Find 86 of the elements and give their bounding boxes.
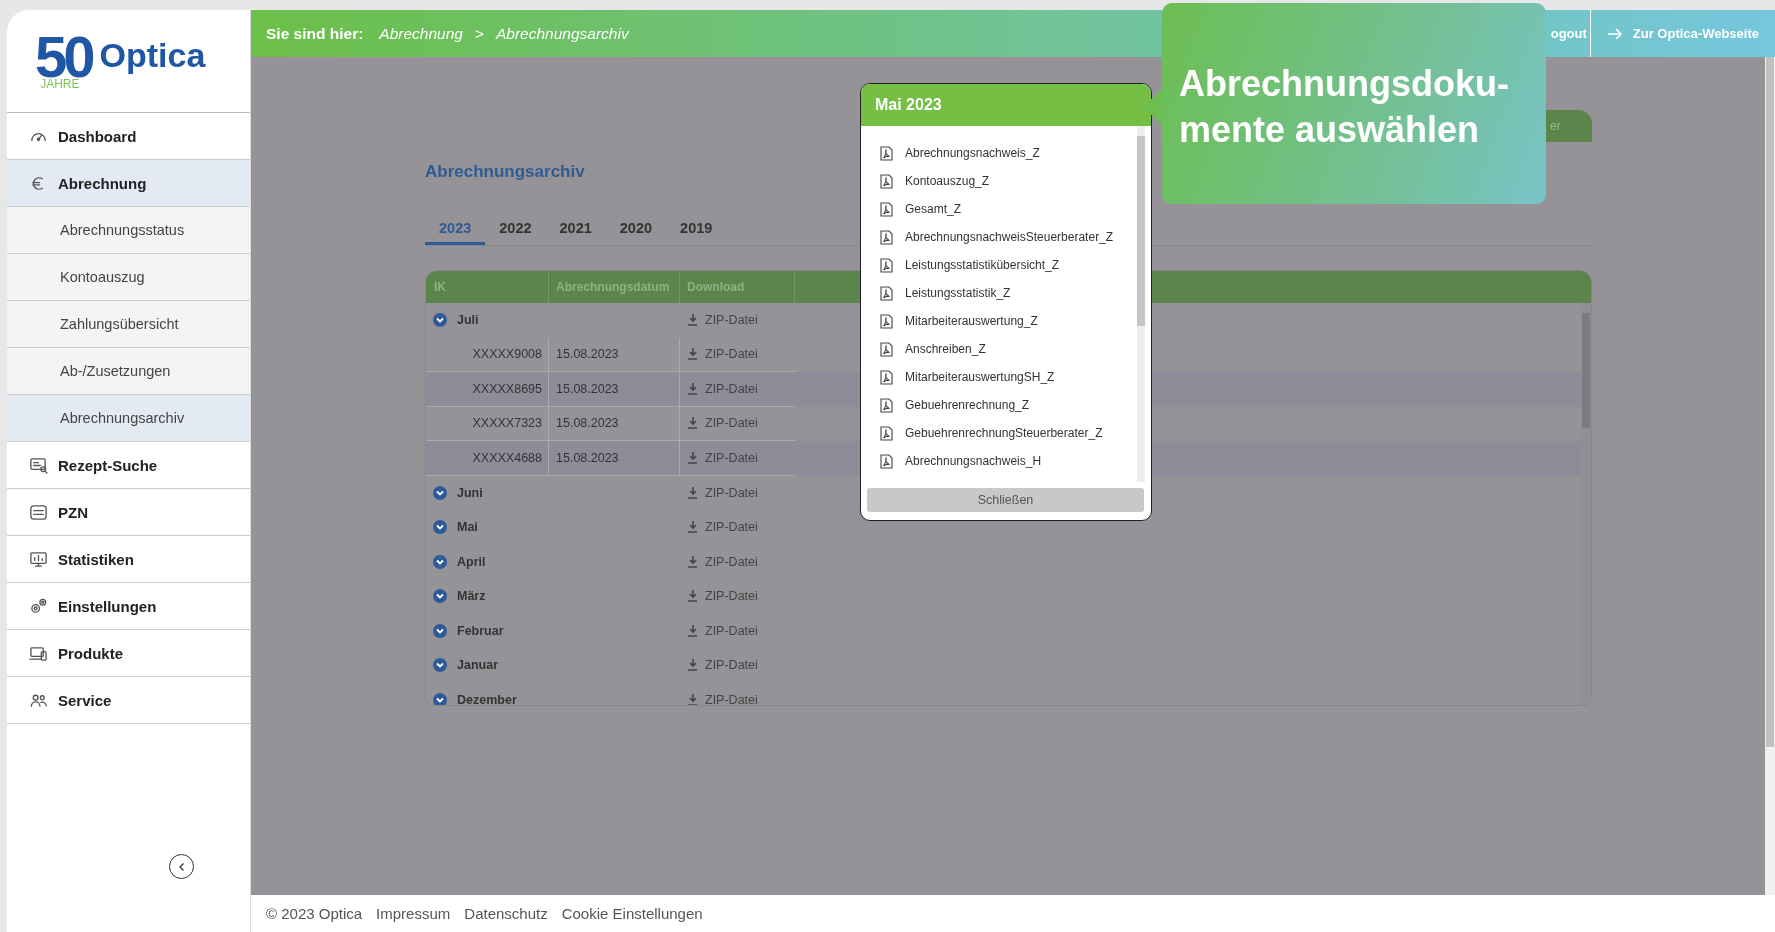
column-header: IK <box>434 280 446 294</box>
submenu-item[interactable]: Kontoauszug <box>7 254 250 301</box>
dialog-title: Mai 2023 <box>875 96 942 114</box>
pdf-file-icon <box>880 397 893 413</box>
month-label: März <box>457 589 486 604</box>
submenu-item[interactable]: Ab-/Zusetzungen <box>7 348 250 395</box>
ik-cell: XXXXX8695 <box>472 381 542 396</box>
ik-cell: XXXXX9008 <box>472 347 542 362</box>
document-item[interactable]: AbrechnungsnachweisSteuerberater_Z <box>880 223 1137 251</box>
arrow-right-icon <box>1606 27 1623 40</box>
close-button[interactable]: Schließen <box>867 488 1144 512</box>
pdf-file-icon <box>880 425 893 441</box>
month-label: Februar <box>457 623 504 638</box>
date-cell: 15.08.2023 <box>556 381 619 396</box>
chevron-down-icon[interactable] <box>433 589 447 604</box>
submenu-item[interactable]: Zahlungsübersicht <box>7 301 250 348</box>
month-label: April <box>457 554 486 569</box>
document-item[interactable]: Gesamt_Z <box>880 195 1137 223</box>
pdf-file-icon <box>880 229 893 245</box>
gears-icon <box>29 596 48 616</box>
ik-cell: XXXXX4688 <box>472 450 542 465</box>
document-item[interactable]: Mitarbeiterauswertung_Z <box>880 307 1137 335</box>
chevron-down-icon[interactable] <box>433 554 447 569</box>
chart-board-icon <box>29 549 48 569</box>
menu-item[interactable]: Service <box>7 677 250 724</box>
ik-cell: XXXXX7323 <box>472 416 542 431</box>
pdf-file-icon <box>880 453 893 469</box>
menu-item[interactable]: PZN <box>7 489 250 536</box>
copyright-text: © 2023 Optica <box>266 905 363 922</box>
breadcrumb-separator: > <box>474 24 484 43</box>
month-label: Dezember <box>457 692 517 705</box>
date-cell: 15.08.2023 <box>556 450 619 465</box>
chevron-down-icon[interactable] <box>433 313 447 328</box>
column-header: Abrechnungsdatum <box>556 280 670 294</box>
pdf-file-icon <box>880 313 893 329</box>
document-item[interactable]: Leistungsstatistikübersicht_Z <box>880 251 1137 279</box>
document-item[interactable]: MitarbeiterauswertungSH_Z <box>880 363 1137 391</box>
footer-link[interactable]: Cookie Einstellungen <box>561 905 703 922</box>
document-item[interactable]: GebuehrenrechnungSteuerberater_Z <box>880 419 1137 447</box>
chevron-down-icon[interactable] <box>433 692 447 705</box>
document-search-icon <box>29 455 48 475</box>
menu-item[interactable]: Statistiken <box>7 536 250 583</box>
pdf-file-icon <box>880 369 893 385</box>
month-label: Mai <box>457 520 478 535</box>
chevron-down-icon[interactable] <box>433 520 447 535</box>
dialog-scrollbar[interactable] <box>1137 126 1145 482</box>
document-item[interactable]: Anschreiben_Z <box>880 335 1137 363</box>
submenu-item[interactable]: Abrechnungsstatus <box>7 207 250 254</box>
month-label: Januar <box>457 658 498 673</box>
column-header: Download <box>687 280 745 294</box>
year-tab[interactable]: 2020 <box>605 214 667 245</box>
pdf-file-icon <box>880 173 893 189</box>
month-label: Juli <box>457 313 479 328</box>
pdf-file-icon <box>880 341 893 357</box>
pdf-file-icon <box>880 201 893 217</box>
chevron-down-icon[interactable] <box>433 623 447 638</box>
pdf-file-icon <box>880 145 893 161</box>
document-item[interactable]: Leistungsstatistik_Z <box>880 279 1137 307</box>
year-tab[interactable]: 2022 <box>485 214 546 245</box>
pdf-file-icon <box>880 285 893 301</box>
page-title: Abrechnungsarchiv <box>425 162 585 182</box>
footer-link[interactable]: Impressum <box>376 905 451 922</box>
document-item[interactable]: Abrechnungsnachweis_H <box>880 447 1137 475</box>
menu-item[interactable]: Produkte <box>7 630 250 677</box>
tooltip-text: Abrechnungsdoku-mente auswählen <box>1179 62 1510 152</box>
document-item[interactable]: Kontoauszug_Z <box>880 167 1137 195</box>
year-tab[interactable]: 2021 <box>545 214 606 245</box>
menu-item[interactable]: Einstellungen <box>7 583 250 630</box>
breadcrumb-label: Sie sind hier: <box>266 24 364 43</box>
collapse-button[interactable] <box>169 854 194 879</box>
page-scrollbar[interactable] <box>1765 57 1775 895</box>
year-tab[interactable]: 2019 <box>666 214 727 245</box>
menu-item[interactable]: Abrechnung <box>7 160 250 207</box>
menu-item[interactable]: Rezept-Suche <box>7 442 250 489</box>
chevron-down-icon[interactable] <box>433 485 447 500</box>
chevron-down-icon[interactable] <box>433 658 447 673</box>
document-item[interactable]: Abrechnungsnachweis_Z <box>880 139 1137 167</box>
date-cell: 15.08.2023 <box>556 347 619 362</box>
footer-link[interactable]: Datenschutz <box>464 905 548 922</box>
date-cell: 15.08.2023 <box>556 416 619 431</box>
pdf-file-icon <box>880 257 893 273</box>
table-scrollbar[interactable] <box>1581 303 1591 705</box>
submenu-item[interactable]: Abrechnungsarchiv <box>7 395 250 442</box>
month-label: Juni <box>457 485 483 500</box>
document-item[interactable]: Gebuehrenrechnung_Z <box>880 391 1137 419</box>
logo-brand: Optica <box>99 35 206 75</box>
